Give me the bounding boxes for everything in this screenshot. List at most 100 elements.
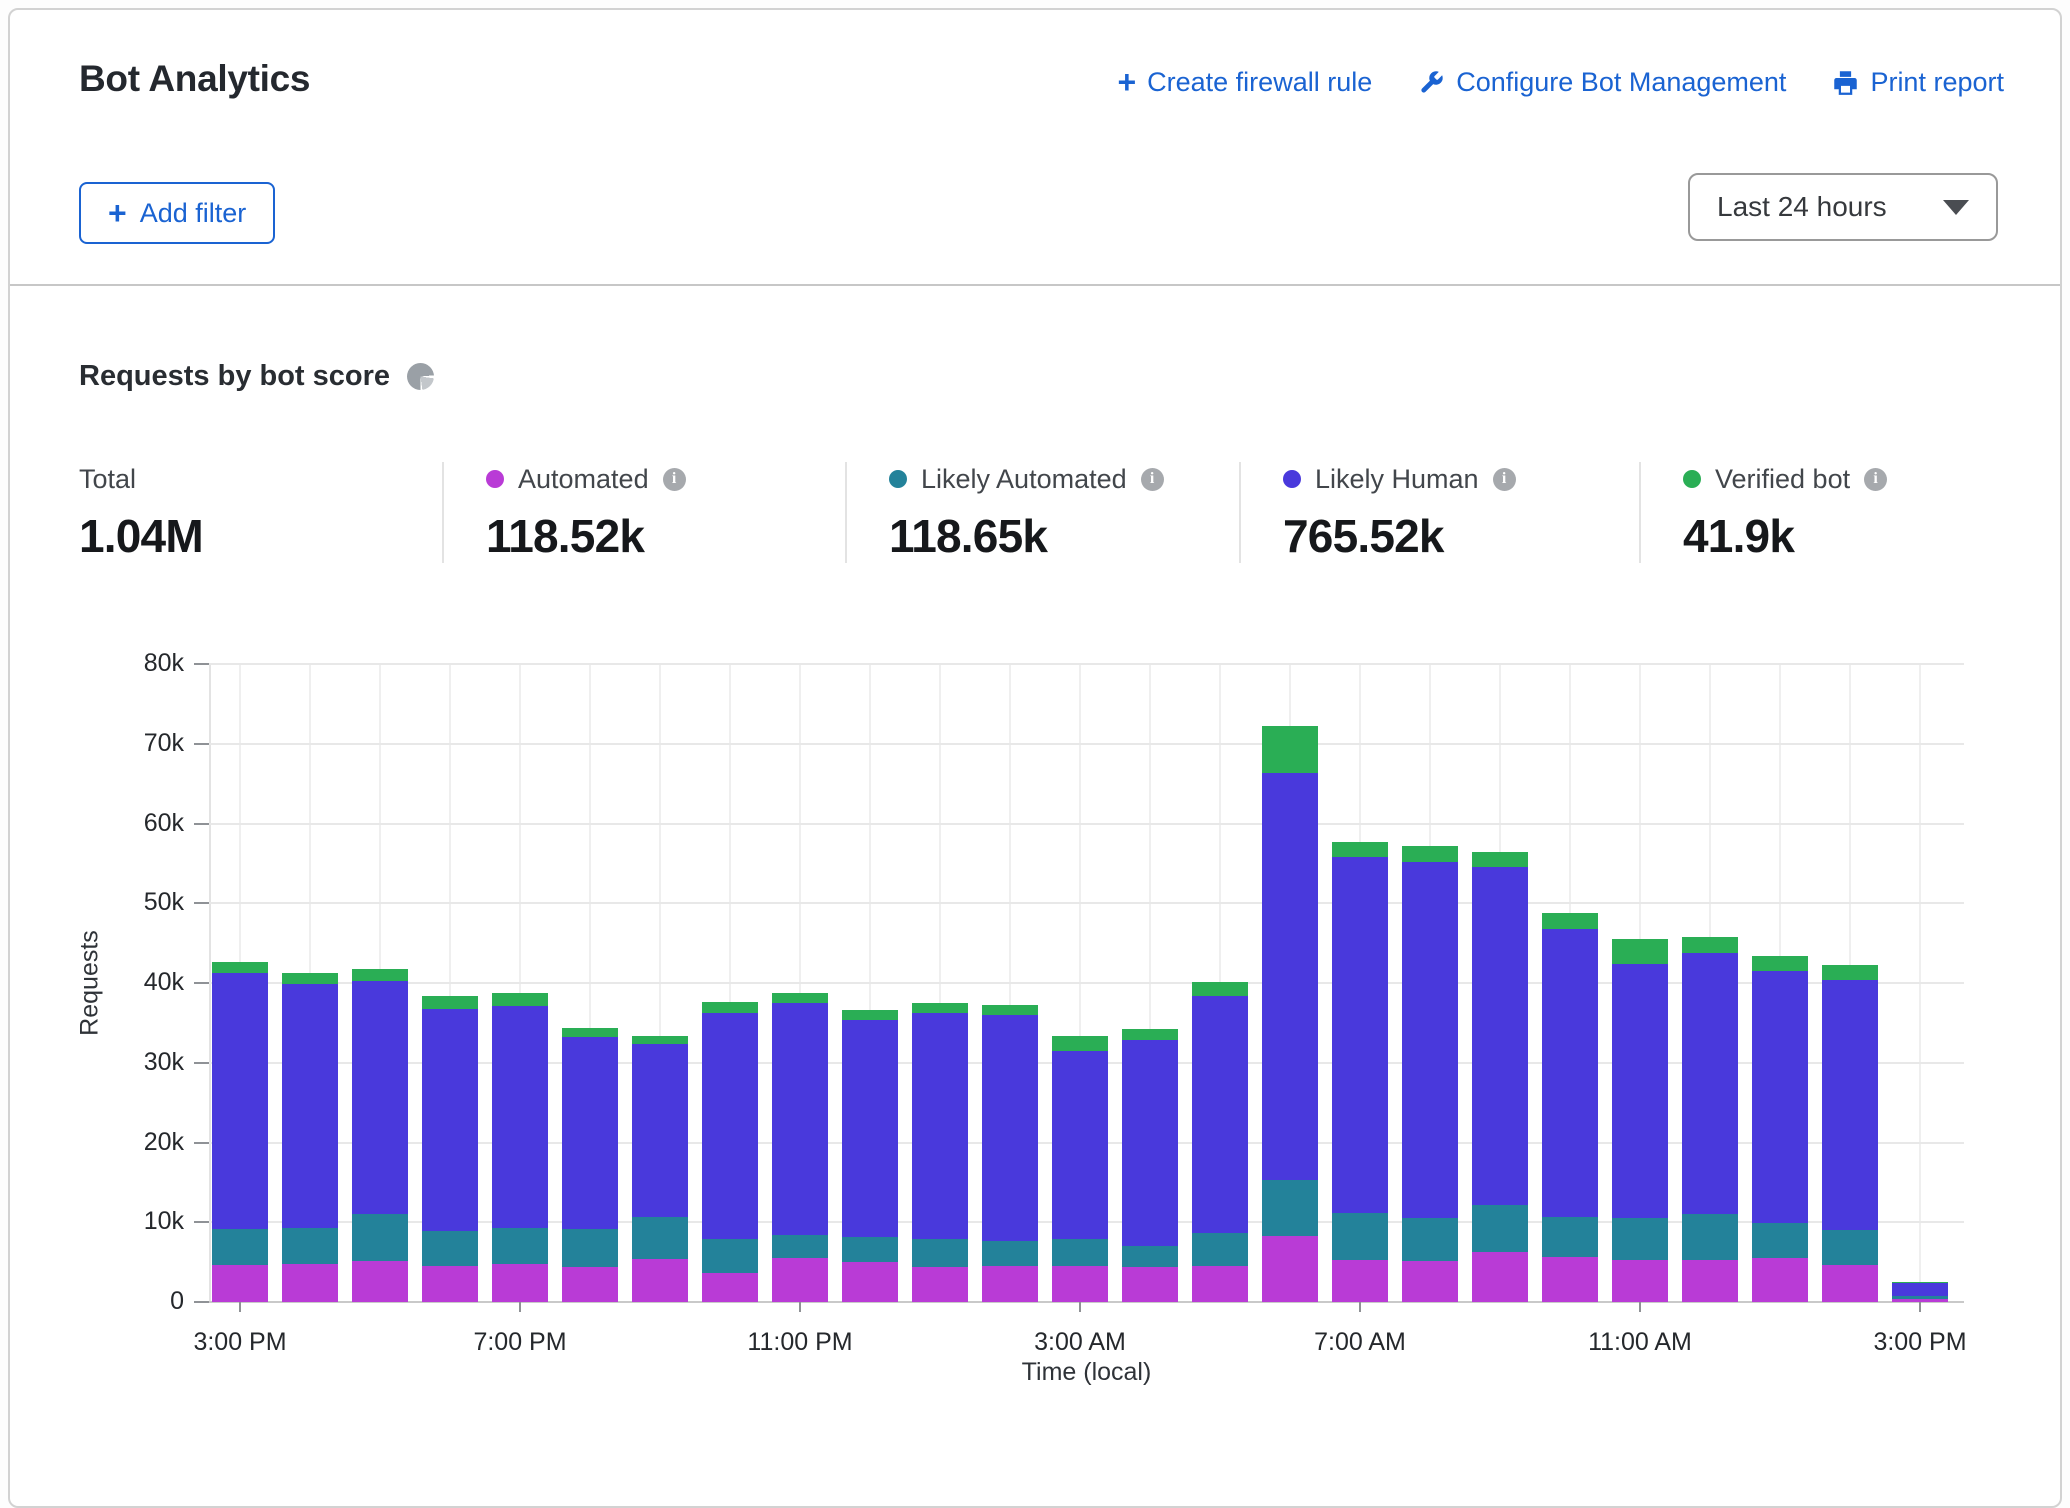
bar-segment-likely-human: [982, 1015, 1038, 1242]
bar-segment-automated: [492, 1264, 548, 1302]
bar-segment-likely-automated: [912, 1239, 968, 1267]
x-axis-title: Time (local): [209, 1358, 1964, 1387]
info-icon[interactable]: i: [1864, 468, 1887, 491]
bot-analytics-card: Bot Analytics + Create firewall rule Con…: [8, 8, 2062, 1508]
bar-4-00-pm: [282, 973, 338, 1302]
info-icon[interactable]: i: [663, 468, 686, 491]
header-divider: [10, 284, 2060, 286]
bar-segment-likely-human: [1822, 980, 1878, 1230]
x-axis-tick: [1359, 1302, 1361, 1312]
bar-segment-likely-human: [702, 1013, 758, 1240]
time-range-value: Last 24 hours: [1717, 191, 1887, 223]
bar-2-00-am: [982, 1005, 1038, 1302]
bar-segment-verified-bot: [1332, 842, 1388, 857]
bar-segment-likely-automated: [1542, 1217, 1598, 1257]
bar-segment-likely-automated: [842, 1237, 898, 1262]
bar-segment-automated: [1332, 1260, 1388, 1302]
bar-segment-automated: [282, 1264, 338, 1302]
bar-segment-verified-bot: [1262, 726, 1318, 772]
bar-segment-verified-bot: [632, 1036, 688, 1044]
bar-segment-automated: [1472, 1252, 1528, 1302]
stat-verified-bot-value: 41.9k: [1683, 509, 2006, 563]
section-title: Requests by bot score: [79, 360, 390, 393]
bar-segment-automated: [1542, 1257, 1598, 1302]
time-range-select[interactable]: Last 24 hours: [1688, 173, 1998, 241]
x-axis-tick: [1919, 1302, 1921, 1312]
bar-segment-verified-bot: [1192, 982, 1248, 996]
bar-9-00-pm: [632, 1036, 688, 1302]
bar-segment-verified-bot: [492, 993, 548, 1007]
bar-12-00-pm: [1682, 937, 1738, 1302]
likely-human-legend-dot: [1283, 470, 1301, 488]
info-icon[interactable]: i: [1493, 468, 1516, 491]
bar-segment-verified-bot: [1472, 852, 1528, 867]
bar-segment-likely-human: [422, 1009, 478, 1232]
y-axis-tick: [194, 1221, 209, 1223]
likely-automated-legend-dot: [889, 470, 907, 488]
stat-automated-label: Automated: [518, 464, 649, 495]
y-axis-tick: [194, 1301, 209, 1303]
bar-segment-likely-human: [1052, 1051, 1108, 1239]
bar-segment-likely-human: [492, 1006, 548, 1228]
bar-segment-likely-human: [1192, 996, 1248, 1234]
info-icon[interactable]: i: [1141, 468, 1164, 491]
bar-segment-likely-human: [212, 973, 268, 1229]
bar-segment-likely-human: [842, 1020, 898, 1238]
bar-segment-likely-automated: [1682, 1214, 1738, 1260]
stat-likely-human-label: Likely Human: [1315, 464, 1479, 495]
bar-segment-automated: [422, 1266, 478, 1302]
page-title: Bot Analytics: [79, 58, 310, 100]
bar-segment-likely-automated: [1472, 1205, 1528, 1252]
bar-1-00-am: [912, 1003, 968, 1302]
bar-segment-verified-bot: [422, 996, 478, 1009]
configure-bot-management-link[interactable]: Configure Bot Management: [1418, 66, 1786, 98]
bar-segment-verified-bot: [1682, 937, 1738, 953]
bar-segment-verified-bot: [912, 1003, 968, 1013]
bar-segment-likely-human: [352, 981, 408, 1214]
bar-segment-automated: [772, 1258, 828, 1302]
bar-9-00-am: [1472, 852, 1528, 1302]
y-axis-tick: [194, 743, 209, 745]
bar-1-00-pm: [1752, 956, 1808, 1302]
bar-segment-automated: [1052, 1266, 1108, 1302]
bar-segment-likely-automated: [632, 1217, 688, 1259]
bar-segment-likely-human: [282, 984, 338, 1228]
y-axis-tick-label: 70k: [84, 729, 184, 758]
bar-segment-automated: [1612, 1260, 1668, 1302]
bar-segment-automated: [632, 1259, 688, 1302]
bar-6-00-am: [1262, 726, 1318, 1302]
bar-segment-likely-automated: [702, 1239, 758, 1273]
bar-segment-likely-human: [1332, 857, 1388, 1213]
y-axis-tick-label: 60k: [84, 809, 184, 838]
bar-segment-verified-bot: [1402, 846, 1458, 862]
bar-8-00-am: [1402, 846, 1458, 1302]
bar-11-00-pm: [772, 993, 828, 1302]
bar-segment-verified-bot: [1612, 939, 1668, 964]
create-firewall-rule-link[interactable]: + Create firewall rule: [1117, 66, 1372, 98]
bar-segment-verified-bot: [1052, 1036, 1108, 1051]
stats-row: Total 1.04M Automated i 118.52k Likely A…: [79, 462, 2006, 563]
bar-segment-likely-automated: [212, 1229, 268, 1265]
x-axis-tick-label: 3:00 AM: [995, 1328, 1165, 1357]
bar-segment-automated: [562, 1267, 618, 1302]
x-axis-tick-label: 3:00 PM: [155, 1328, 325, 1357]
bar-segment-verified-bot: [702, 1002, 758, 1012]
bar-segment-likely-automated: [1262, 1180, 1318, 1236]
header-actions: + Create firewall rule Configure Bot Man…: [1117, 66, 2004, 98]
stat-likely-automated: Likely Automated i 118.65k: [845, 462, 1239, 563]
create-firewall-rule-label: Create firewall rule: [1147, 67, 1372, 98]
stat-automated: Automated i 118.52k: [442, 462, 845, 563]
bar-7-00-am: [1332, 842, 1388, 1302]
x-axis-tick: [799, 1302, 801, 1312]
print-report-link[interactable]: Print report: [1832, 66, 2004, 98]
y-axis-tick: [194, 982, 209, 984]
wrench-icon: [1418, 69, 1445, 96]
gridline-horizontal: [209, 743, 1964, 745]
bar-segment-likely-automated: [982, 1241, 1038, 1266]
stat-likely-automated-label: Likely Automated: [921, 464, 1127, 495]
bar-segment-likely-automated: [1612, 1218, 1668, 1260]
add-filter-button[interactable]: + Add filter: [79, 182, 275, 244]
gridline-horizontal: [209, 823, 1964, 825]
bar-segment-likely-human: [912, 1013, 968, 1240]
bar-3-00-pm: [1892, 1282, 1948, 1302]
